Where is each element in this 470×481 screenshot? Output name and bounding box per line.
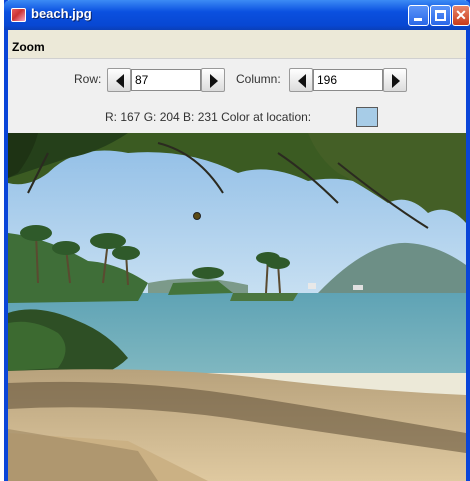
column-label: Column: bbox=[236, 72, 281, 86]
pixel-controls-panel: Row: 87 Column: 196 R: 167 G: 204 B: 231… bbox=[8, 58, 466, 133]
window-title: beach.jpg bbox=[31, 6, 92, 21]
minimize-icon bbox=[414, 18, 422, 21]
row-increment-button[interactable] bbox=[201, 68, 225, 92]
title-bar[interactable]: beach.jpg ✕ bbox=[4, 0, 470, 30]
arrow-left-icon bbox=[116, 74, 124, 88]
minimize-button[interactable] bbox=[408, 5, 429, 26]
menu-zoom[interactable]: Zoom bbox=[12, 40, 45, 54]
color-swatch bbox=[356, 107, 378, 127]
maximize-button[interactable] bbox=[430, 5, 451, 26]
row-label: Row: bbox=[74, 72, 102, 86]
app-window: beach.jpg ✕ Zoom Row: 87 Column: 196 R: … bbox=[4, 0, 470, 481]
image-view[interactable] bbox=[8, 133, 466, 481]
arrow-left-icon bbox=[298, 74, 306, 88]
column-increment-button[interactable] bbox=[383, 68, 407, 92]
close-button[interactable]: ✕ bbox=[452, 5, 470, 26]
menu-bar: Zoom bbox=[8, 38, 466, 58]
row-decrement-button[interactable] bbox=[107, 68, 131, 92]
app-icon bbox=[11, 8, 26, 22]
column-decrement-button[interactable] bbox=[289, 68, 313, 92]
arrow-right-icon bbox=[392, 74, 400, 88]
arrow-right-icon bbox=[210, 74, 218, 88]
close-icon: ✕ bbox=[455, 7, 467, 23]
color-info-label: R: 167 G: 204 B: 231 Color at location: bbox=[105, 110, 312, 124]
beach-photo bbox=[8, 133, 466, 481]
row-input[interactable]: 87 bbox=[131, 69, 201, 91]
column-input[interactable]: 196 bbox=[313, 69, 383, 91]
maximize-icon bbox=[435, 10, 446, 21]
